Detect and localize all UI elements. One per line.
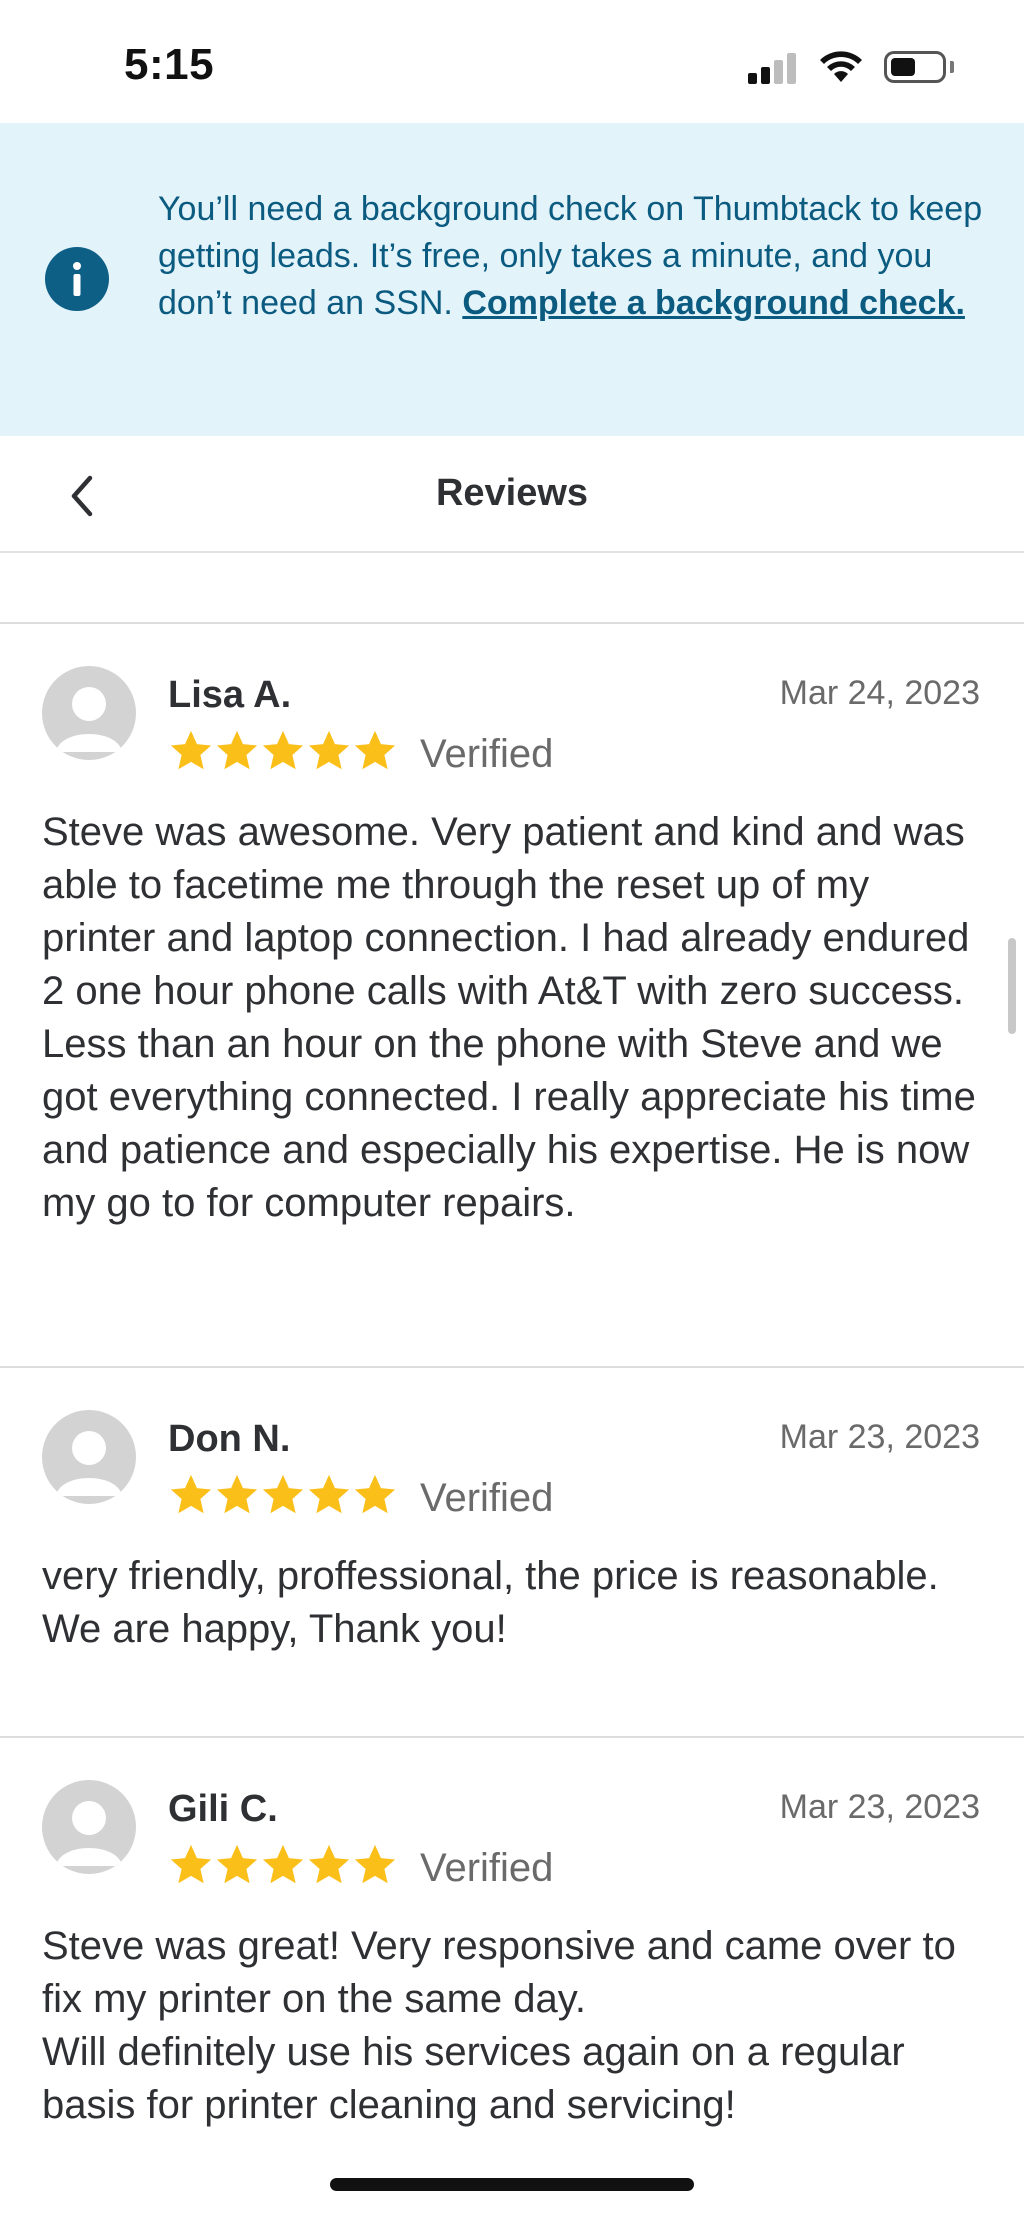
status-bar: 5:15 [0, 0, 1024, 123]
wifi-icon [818, 48, 864, 84]
nav-header: Reviews [0, 436, 1024, 553]
complete-background-check-link[interactable]: Complete a background check. [462, 284, 965, 322]
star-rating [168, 728, 398, 776]
review-card: Don N. Mar 23, 2023 Verified very friend… [0, 1368, 1024, 1736]
home-indicator[interactable] [330, 2178, 694, 2191]
star-icon [354, 730, 396, 770]
star-rating [168, 1472, 398, 1520]
avatar [42, 1410, 136, 1504]
banner-message: You’ll need a background check on Thumbt… [158, 186, 988, 327]
reviewer-name: Lisa A. [168, 674, 292, 716]
star-rating [168, 1842, 398, 1890]
star-icon [262, 1844, 304, 1884]
reviewer-name: Don N. [168, 1418, 291, 1460]
cellular-signal-icon [748, 52, 800, 84]
battery-icon [884, 51, 946, 83]
star-icon [354, 1474, 396, 1514]
info-icon [45, 247, 109, 311]
review-card: Gili C. Mar 23, 2023 Verified Steve was … [0, 1738, 1024, 2216]
review-date: Mar 24, 2023 [779, 674, 980, 712]
verified-label: Verified [420, 732, 554, 776]
star-icon [354, 1844, 396, 1884]
verified-label: Verified [420, 1846, 554, 1890]
scrollbar[interactable] [1008, 938, 1016, 1034]
star-icon [216, 730, 258, 770]
star-icon [262, 1474, 304, 1514]
star-icon [170, 1474, 212, 1514]
review-date: Mar 23, 2023 [779, 1418, 980, 1456]
avatar [42, 1780, 136, 1874]
avatar [42, 666, 136, 760]
star-icon [170, 730, 212, 770]
battery-tip [950, 61, 954, 73]
star-icon [308, 730, 350, 770]
star-icon [216, 1844, 258, 1884]
star-icon [216, 1474, 258, 1514]
status-time: 5:15 [124, 40, 215, 89]
review-date: Mar 23, 2023 [779, 1788, 980, 1826]
review-text: very friendly, proffessional, the price … [42, 1554, 939, 1651]
star-icon [308, 1474, 350, 1514]
page-title: Reviews [435, 472, 589, 514]
review-text: Steve was awesome. Very patient and kind… [42, 810, 976, 1225]
verified-label: Verified [420, 1476, 554, 1520]
star-icon [170, 1844, 212, 1884]
star-icon [262, 730, 304, 770]
review-card: Lisa A. Mar 24, 2023 Verified Steve was … [0, 624, 1024, 1366]
star-icon [308, 1844, 350, 1884]
reviewer-name: Gili C. [168, 1788, 278, 1830]
review-text: Steve was great! Very responsive and cam… [42, 1924, 956, 2127]
